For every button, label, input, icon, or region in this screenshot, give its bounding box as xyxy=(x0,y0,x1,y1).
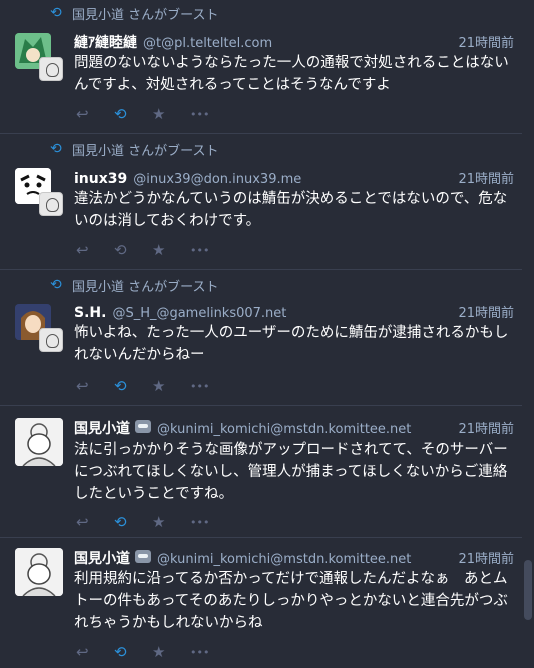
avatar[interactable] xyxy=(15,548,63,596)
avatar-image-icon xyxy=(15,548,63,596)
custom-emoji-icon xyxy=(135,550,151,563)
reply-icon[interactable]: ↩ xyxy=(76,105,114,123)
more-icon[interactable]: ••• xyxy=(190,108,228,121)
account-handle[interactable]: @kunimi_komichi@mstdn.komittee.net xyxy=(157,552,411,567)
more-icon[interactable]: ••• xyxy=(190,380,228,393)
avatar-image-icon xyxy=(15,418,63,466)
status-content: 法に引っかかりそうな画像がアップロードされてて、そのサーバーにつぶれてほしくない… xyxy=(74,442,508,502)
scrollbar[interactable] xyxy=(522,0,534,668)
account-handle[interactable]: @S_H_@gamelinks007.net xyxy=(112,306,286,321)
timeline-feed: ⟲ 国見小道 さんがブースト 縺ｱ縺睦縺 @t@pl.telteltel.com… xyxy=(0,0,522,668)
status-content: 怖いよね、たった一人のユーザーのために鯖缶が逮捕されるかもしれないんだからねー xyxy=(74,325,509,363)
display-name[interactable]: 国見小道 xyxy=(74,418,130,438)
reply-icon[interactable]: ↩ xyxy=(76,513,114,531)
booster-name[interactable]: 国見小道 さんがブースト xyxy=(72,140,218,159)
timestamp[interactable]: 21時間前 xyxy=(458,548,514,567)
action-bar: ↩ ⟲ ★ ••• xyxy=(76,642,228,662)
boost-icon[interactable]: ⟲ xyxy=(114,241,152,259)
display-name[interactable]: 縺ｱ縺睦縺 xyxy=(74,32,137,52)
timestamp[interactable]: 21時間前 xyxy=(458,418,514,437)
favourite-icon[interactable]: ★ xyxy=(152,105,190,123)
booster-avatar[interactable] xyxy=(39,328,63,352)
reply-icon[interactable]: ↩ xyxy=(76,241,114,259)
boost-icon: ⟲ xyxy=(50,277,62,293)
avatar[interactable] xyxy=(15,418,63,466)
status-item[interactable]: ⟲ 国見小道 さんがブースト S.H. @S_H_@gamelinks007.n… xyxy=(0,270,522,406)
timestamp[interactable]: 21時間前 xyxy=(458,168,514,187)
timestamp[interactable]: 21時間前 xyxy=(458,32,514,51)
favourite-icon[interactable]: ★ xyxy=(152,513,190,531)
action-bar: ↩ ⟲ ★ ••• xyxy=(76,104,228,124)
booster-name[interactable]: 国見小道 さんがブースト xyxy=(72,276,218,295)
status-content: 利用規約に沿ってるか否かってだけで通報したんだよなぁ あとムトーの件もあってその… xyxy=(74,571,508,631)
reply-icon[interactable]: ↩ xyxy=(76,643,114,661)
status-content: 問題のないないようならたった一人の通報で対処されることはないんですよ、対処される… xyxy=(74,55,509,93)
action-bar: ↩ ⟲ ★ ••• xyxy=(76,240,228,260)
booster-avatar[interactable] xyxy=(39,192,63,216)
booster-avatar[interactable] xyxy=(39,57,63,81)
favourite-icon[interactable]: ★ xyxy=(152,241,190,259)
status-item[interactable]: ⟲ 国見小道 さんがブースト 縺ｱ縺睦縺 @t@pl.telteltel.com… xyxy=(0,0,522,134)
reply-icon[interactable]: ↩ xyxy=(76,377,114,395)
boost-icon[interactable]: ⟲ xyxy=(114,105,152,123)
boost-prepend: ⟲ 国見小道 さんがブースト xyxy=(50,140,218,159)
boost-icon[interactable]: ⟲ xyxy=(114,377,152,395)
boost-icon: ⟲ xyxy=(50,5,62,21)
status-content: 違法かどうかなんていうのは鯖缶が決めることではないので、危ないのは消しておくわけ… xyxy=(74,191,508,229)
boost-icon[interactable]: ⟲ xyxy=(114,643,152,661)
timestamp[interactable]: 21時間前 xyxy=(458,302,514,321)
custom-emoji-icon xyxy=(135,420,151,433)
boost-prepend: ⟲ 国見小道 さんがブースト xyxy=(50,276,218,295)
more-icon[interactable]: ••• xyxy=(190,244,228,257)
account-handle[interactable]: @t@pl.telteltel.com xyxy=(143,36,272,51)
action-bar: ↩ ⟲ ★ ••• xyxy=(76,376,228,396)
boost-prepend: ⟲ 国見小道 さんがブースト xyxy=(50,4,218,23)
booster-name[interactable]: 国見小道 さんがブースト xyxy=(72,4,218,23)
status-item[interactable]: ⟲ 国見小道 さんがブースト inux39 @inux39@don.inux39… xyxy=(0,134,522,270)
more-icon[interactable]: ••• xyxy=(190,646,228,659)
display-name[interactable]: S.H. xyxy=(74,305,106,321)
boost-icon[interactable]: ⟲ xyxy=(114,513,152,531)
status-item[interactable]: 国見小道 @kunimi_komichi@mstdn.komittee.net … xyxy=(0,406,522,538)
account-handle[interactable]: @kunimi_komichi@mstdn.komittee.net xyxy=(157,422,411,437)
status-item[interactable]: 国見小道 @kunimi_komichi@mstdn.komittee.net … xyxy=(0,538,522,668)
display-name[interactable]: inux39 xyxy=(74,171,127,187)
boost-icon: ⟲ xyxy=(50,141,62,157)
action-bar: ↩ ⟲ ★ ••• xyxy=(76,512,228,532)
more-icon[interactable]: ••• xyxy=(190,516,228,529)
scrollbar-thumb[interactable] xyxy=(524,560,532,620)
favourite-icon[interactable]: ★ xyxy=(152,643,190,661)
favourite-icon[interactable]: ★ xyxy=(152,377,190,395)
account-handle[interactable]: @inux39@don.inux39.me xyxy=(133,172,301,187)
display-name[interactable]: 国見小道 xyxy=(74,548,130,568)
